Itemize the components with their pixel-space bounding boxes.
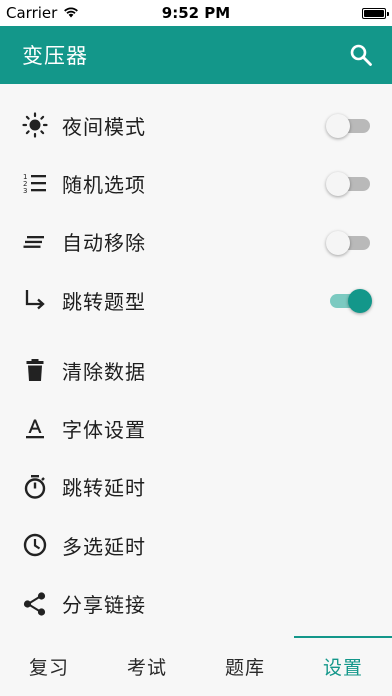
setting-multi-select-delay[interactable]: 多选延时 xyxy=(0,516,392,574)
setting-auto-remove[interactable]: 自动移除 xyxy=(0,213,392,271)
setting-label: 清除数据 xyxy=(62,359,146,384)
setting-jump-delay[interactable]: 跳转延时 xyxy=(0,458,392,516)
search-icon xyxy=(350,44,372,66)
carrier-label: Carrier xyxy=(6,4,58,22)
setting-font-settings[interactable]: 字体设置 xyxy=(0,399,392,457)
setting-night-mode[interactable]: 夜间模式 xyxy=(0,96,392,154)
trash-icon xyxy=(22,357,48,383)
share-icon xyxy=(22,591,48,617)
svg-text:3: 3 xyxy=(23,187,27,195)
settings-list: 夜间模式 1 2 3 随机选项 自动移除 跳转题型 清除数据 字体设置 跳转延时… xyxy=(0,96,392,633)
battery-icon xyxy=(362,7,389,19)
text-format-icon xyxy=(22,416,48,442)
app-title: 变压器 xyxy=(22,44,88,68)
setting-clear-data[interactable]: 清除数据 xyxy=(0,341,392,399)
status-bar: Carrier 9:52 PM xyxy=(0,0,392,26)
random-options-toggle[interactable] xyxy=(326,170,372,197)
auto-remove-toggle[interactable] xyxy=(326,229,372,255)
bottom-tab-bar: 复习 考试 题库 设置 xyxy=(0,636,392,696)
search-button[interactable] xyxy=(346,40,376,70)
tab-question-bank[interactable]: 题库 xyxy=(196,636,294,696)
lines-icon xyxy=(22,229,48,255)
setting-label: 分享链接 xyxy=(62,593,146,618)
wifi-icon xyxy=(63,4,79,22)
status-left: Carrier xyxy=(6,4,79,22)
setting-label: 跳转题型 xyxy=(62,289,146,314)
setting-label: 多选延时 xyxy=(62,534,146,559)
jump-question-type-toggle[interactable] xyxy=(326,287,372,314)
setting-label: 字体设置 xyxy=(62,418,146,443)
numbered-list-icon: 1 2 3 xyxy=(22,170,48,196)
setting-label: 随机选项 xyxy=(62,172,146,197)
brightness-icon xyxy=(22,112,48,138)
tab-settings[interactable]: 设置 xyxy=(294,636,392,696)
setting-label: 跳转延时 xyxy=(62,476,146,501)
app-bar: 变压器 xyxy=(0,26,392,84)
night-mode-toggle[interactable] xyxy=(326,112,372,139)
setting-share-link[interactable]: 分享链接 xyxy=(0,574,392,632)
turn-arrow-icon xyxy=(22,287,48,313)
tab-exam[interactable]: 考试 xyxy=(98,636,196,696)
setting-label: 夜间模式 xyxy=(62,114,146,139)
timer-icon xyxy=(22,474,48,500)
setting-jump-question-type[interactable]: 跳转题型 xyxy=(0,271,392,329)
setting-label: 自动移除 xyxy=(62,231,146,256)
clock-icon xyxy=(22,532,48,558)
tab-review[interactable]: 复习 xyxy=(0,636,98,696)
setting-random-options[interactable]: 1 2 3 随机选项 xyxy=(0,154,392,212)
